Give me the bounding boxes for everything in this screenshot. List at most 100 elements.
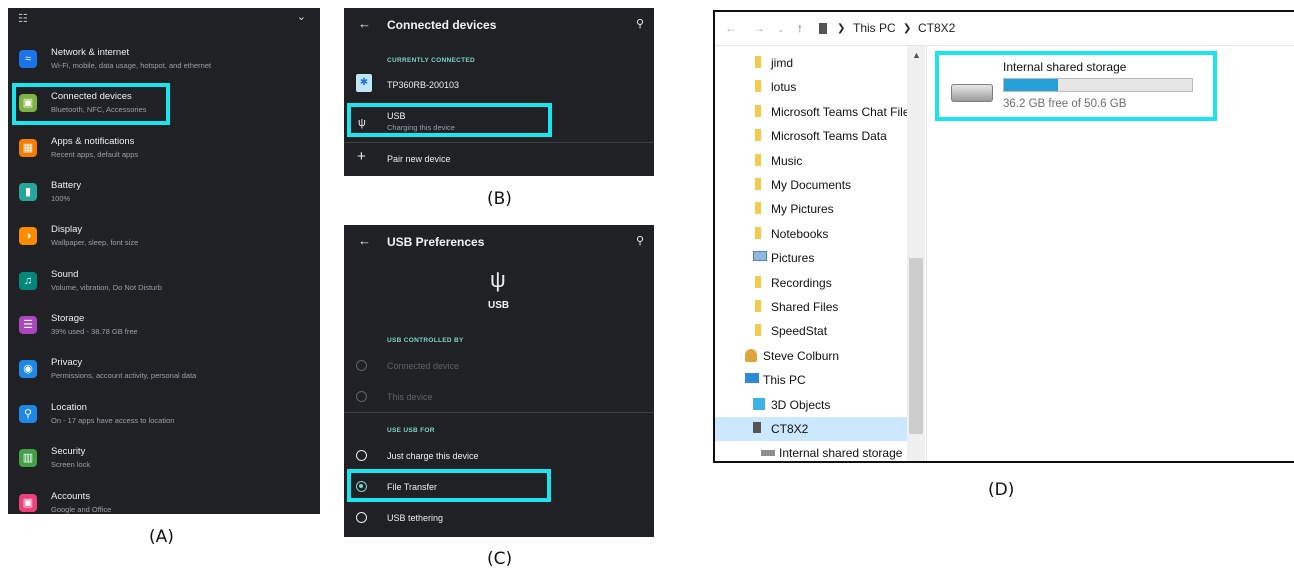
status-bar: ☷ ⌄ [8,8,320,30]
privacy-icon: ◉ [19,360,37,378]
settings-item-title: Battery [51,180,82,191]
breadcrumb-this-pc[interactable]: This PC [853,21,896,35]
device-icon [819,23,827,34]
section-header: CURRENTLY CONNECTED [387,57,476,64]
nav-item-jimd[interactable]: jimd [715,51,907,75]
divider [344,412,654,413]
computer-icon [745,373,759,384]
nav-item-label: Recordings [771,275,832,290]
settings-item-privacy[interactable]: ◉ Privacy Permissions, account activity, p… [8,354,320,394]
navigation-pane: jimd lotus Microsoft Teams Chat File Micros… [715,46,927,461]
settings-item-title: Apps & notifications [51,136,135,147]
nav-item-ct8x2[interactable]: CT8X2 [715,417,907,441]
settings-item-subtitle: Wi-Fi, mobile, data usage, hotspot, and … [51,61,212,70]
nav-item-pictures[interactable]: Pictures [715,246,907,270]
pictures-icon [753,251,767,262]
folder-icon [755,300,761,312]
back-arrow-icon[interactable]: ← [725,21,737,35]
radio-usb-tethering[interactable] [356,512,367,523]
page-title: USB Preferences [387,235,485,249]
nav-item-label: lotus [771,80,797,95]
settings-item-title: Sound [51,269,79,280]
sound-icon: ♫ [19,272,37,290]
nav-item-label: Pictures [771,251,815,266]
settings-item-display[interactable]: ◑ Display Wallpaper, sleep, font size [8,221,320,261]
chevron-down-icon[interactable]: ⌄ [297,10,306,23]
nav-item-microsoft-teams-chat-file[interactable]: Microsoft Teams Chat File [715,100,910,124]
nav-item-microsoft-teams-data[interactable]: Microsoft Teams Data [715,124,907,148]
folder-icon [755,80,761,93]
nav-item-lotus[interactable]: lotus [715,75,907,99]
nav-item-label: My Documents [771,178,852,192]
search-icon[interactable]: ⚲ [636,17,644,30]
folder-icon [755,129,761,142]
settings-item-apps-notifications[interactable]: ▦ Apps & notifications Recent apps, defaul… [8,133,320,173]
recent-dropdown-icon[interactable]: ⌄ [777,24,785,35]
opt-connected-device[interactable]: Connected device [387,361,459,371]
opt-just-charge[interactable]: Just charge this device [387,451,479,461]
settings-item-title: Location [51,402,87,413]
settings-item-title: Security [51,446,86,457]
radio-this-device[interactable] [356,391,367,402]
settings-item-subtitle: Screen lock [51,460,91,469]
back-arrow-icon[interactable]: ← [358,16,371,31]
back-arrow-icon[interactable]: ← [358,233,371,248]
address-bar: ← → ⌄ ↑ ❯ This PC ❯ CT8X2 [715,12,1294,46]
nav-item-label: This PC [763,373,806,388]
opt-usb-tethering[interactable]: USB tethering [387,513,443,523]
scroll-up-icon[interactable]: ▲ [912,50,921,60]
pair-new-device[interactable]: Pair new device [387,154,451,164]
radio-connected-device[interactable] [356,360,367,371]
forward-arrow-icon[interactable]: → [753,21,765,35]
nav-item-shared-files[interactable]: Shared Files [715,295,907,319]
settings-item-network-internet[interactable]: ≈ Network & internet Wi-Fi, mobile, data u… [8,44,320,84]
nav-item-speedstat[interactable]: SpeedStat [715,319,907,343]
nav-item-label: Shared Files [771,300,839,314]
usb-label: USB [488,300,510,311]
settings-item-subtitle: Permissions, account activity, personal … [51,371,197,380]
nav-item-this-pc[interactable]: This PC [715,368,907,392]
nav-item-music[interactable]: Music [715,149,907,173]
storage-icon: ☰ [19,316,37,334]
opt-this-device[interactable]: This device [387,392,433,402]
app-bar: ← USB Preferences ⚲ [344,225,654,259]
settings-item-accounts[interactable]: ▣ Accounts Google and Office [8,488,320,514]
settings-item-storage[interactable]: ☰ Storage 39% used - 38.78 GB free [8,310,320,350]
settings-item-location[interactable]: ⚲ Location On - 17 apps have access to loc… [8,399,320,439]
folder-icon [755,202,761,215]
scrollbar-thumb[interactable] [909,258,923,434]
settings-item-security[interactable]: ▥ Security Screen lock [8,443,320,483]
settings-item-title: Network & internet [51,47,130,58]
highlight-file-transfer [347,469,551,502]
nav-item-3d-objects[interactable]: 3D Objects [715,393,907,417]
lock-icon: ▥ [19,449,37,467]
settings-item-subtitle: 100% [51,194,71,203]
nav-item-notebooks[interactable]: Notebooks [715,222,907,246]
nav-item-label: My Pictures [771,202,834,217]
nav-item-recordings[interactable]: Recordings [715,271,907,295]
folder-icon [755,153,761,166]
app-bar: ← Connected devices ⚲ [344,8,654,42]
bluetooth-icon: ✱ [356,74,372,92]
folder-icon [755,275,761,288]
nav-item-label: Steve Colburn [763,348,840,363]
settings-item-title: Accounts [51,491,91,502]
connected-devices-panel: ← Connected devices ⚲ CURRENTLY CONNECTE… [344,8,654,176]
nav-item-label: Music [771,153,803,168]
settings-item-sound[interactable]: ♫ Sound Volume, vibration, Do Not Disturb [8,266,320,306]
folder-icon [755,104,761,117]
radio-just-charge[interactable] [356,450,367,461]
bt-device-name[interactable]: TP360RB-200103 [387,80,459,90]
nav-item-internal-shared-storage[interactable]: Internal shared storage [715,441,907,461]
settings-item-battery[interactable]: ▮ Battery 100% [8,177,320,217]
wifi-icon: ≈ [19,50,37,68]
breadcrumb-ct8x2[interactable]: CT8X2 [918,21,955,35]
divider [344,142,654,143]
nav-item-my-documents[interactable]: My Documents [715,173,907,197]
section-header-use: USE USB FOR [387,427,435,434]
up-arrow-icon[interactable]: ↑ [797,21,803,35]
scrollbar[interactable]: ▲ [907,46,925,461]
nav-item-my-pictures[interactable]: My Pictures [715,197,907,221]
search-icon[interactable]: ⚲ [636,234,644,247]
nav-item-steve-colburn[interactable]: Steve Colburn [715,344,907,368]
